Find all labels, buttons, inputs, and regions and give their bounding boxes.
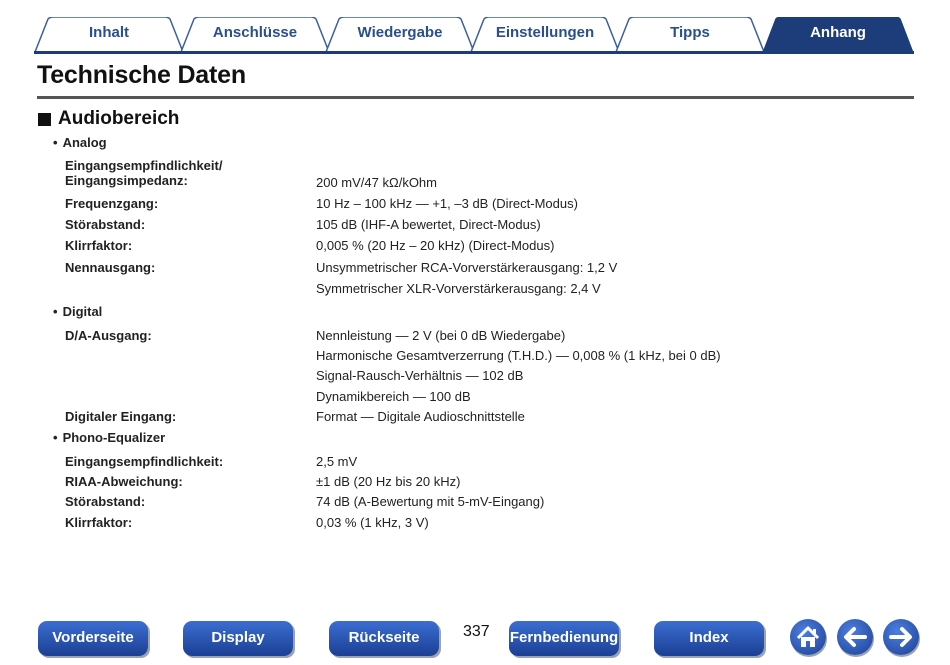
spec-label: Eingangsempfindlichkeit:	[65, 454, 224, 469]
spec-value: 74 dB (A-Bewertung mit 5-mV-Eingang)	[316, 494, 545, 509]
bullet-icon: •	[53, 135, 58, 150]
spec-value: 2,5 mV	[316, 454, 358, 469]
tab-wiedergabe[interactable]: Wiedergabe	[325, 17, 475, 53]
spec-label: Störabstand:	[65, 217, 146, 232]
rear-panel-button[interactable]: Rückseite	[329, 621, 439, 656]
spec-label: Digitaler Eingang:	[65, 409, 177, 424]
back-button[interactable]	[837, 619, 873, 655]
tab-anhang-label: Anhang	[810, 24, 866, 41]
spec-label-line1: Eingangsempfindlichkeit/	[65, 158, 223, 173]
subsection-digital: • Digital	[53, 304, 102, 319]
spec-label: Klirrfaktor:	[65, 515, 133, 530]
spec-value: Symmetrischer XLR-Vorverstärkerausgang: …	[316, 281, 601, 296]
front-panel-button[interactable]: Vorderseite	[38, 621, 148, 656]
subsection-phono: • Phono-Equalizer	[53, 430, 165, 445]
tab-einstellungen-label: Einstellungen	[495, 24, 595, 41]
home-button[interactable]	[790, 619, 826, 655]
tab-einstellungen[interactable]: Einstellungen	[470, 17, 620, 53]
subsection-digital-title: Digital	[62, 304, 103, 319]
display-button[interactable]: Display	[183, 621, 293, 656]
spec-label: D/A-Ausgang:	[65, 328, 152, 343]
index-button[interactable]: Index	[654, 621, 764, 656]
spec-label: Frequenzgang:	[65, 196, 159, 211]
spec-label-line2: Eingangsimpedanz:	[65, 173, 188, 188]
spec-label: Eingangsempfindlichkeit/ Eingangsimpedan…	[65, 158, 222, 188]
remote-control-button[interactable]: Fernbedienung	[509, 621, 619, 656]
spec-value: 200 mV/47 kΩ/kOhm	[316, 175, 437, 190]
spec-value: Signal-Rausch-Verhältnis — 102 dB	[316, 368, 524, 383]
spec-value: 105 dB (IHF-A bewertet, Direct-Modus)	[316, 217, 541, 232]
subsection-analog: • Analog	[53, 135, 107, 150]
tab-tipps[interactable]: Tipps	[615, 17, 765, 53]
spec-value: Dynamikbereich — 100 dB	[316, 389, 471, 404]
subsection-phono-title: Phono-Equalizer	[62, 430, 166, 445]
tab-tipps-label: Tipps	[670, 24, 710, 41]
spec-value: Unsymmetrischer RCA-Vorverstärkerausgang…	[316, 260, 618, 275]
bullet-icon: •	[53, 430, 58, 445]
tab-underline	[34, 51, 914, 54]
page-title: Technische Daten	[37, 61, 246, 89]
spec-label: Nennausgang:	[65, 260, 156, 275]
section-title: Audiobereich	[38, 108, 179, 130]
subsection-analog-title: Analog	[62, 135, 107, 150]
arrow-right-icon	[889, 627, 912, 647]
spec-label: Störabstand:	[65, 494, 146, 509]
spec-value: Nennleistung — 2 V (bei 0 dB Wiedergabe)	[316, 328, 566, 343]
spec-value: Harmonische Gesamtverzerrung (T.H.D.) — …	[316, 348, 721, 363]
tab-wiedergabe-label: Wiedergabe	[357, 24, 443, 41]
section-title-text: Audiobereich	[58, 108, 180, 129]
arrow-left-icon	[844, 627, 867, 647]
tab-anschluesse-label: Anschlüsse	[212, 24, 298, 41]
spec-label: Klirrfaktor:	[65, 238, 133, 253]
spec-label: RIAA-Abweichung:	[65, 474, 183, 489]
spec-value: 0,03 % (1 kHz, 3 V)	[316, 515, 429, 530]
tab-inhalt-label: Inhalt	[89, 24, 129, 41]
tab-anhang[interactable]: Anhang	[762, 17, 914, 53]
forward-button[interactable]	[883, 619, 919, 655]
home-icon	[796, 626, 820, 647]
spec-value: 0,005 % (20 Hz – 20 kHz) (Direct-Modus)	[316, 238, 555, 253]
tab-anschluesse[interactable]: Anschlüsse	[180, 17, 330, 53]
page-number: 337	[463, 623, 490, 640]
square-bullet-icon	[38, 112, 51, 126]
spec-value: ±1 dB (20 Hz bis 20 kHz)	[316, 474, 461, 489]
title-divider	[37, 96, 914, 99]
tab-inhalt[interactable]: Inhalt	[34, 17, 184, 53]
spec-value: Format — Digitale Audioschnittstelle	[316, 409, 525, 424]
bullet-icon: •	[53, 304, 58, 319]
spec-value: 10 Hz – 100 kHz — +1, –3 dB (Direct-Modu…	[316, 196, 578, 211]
